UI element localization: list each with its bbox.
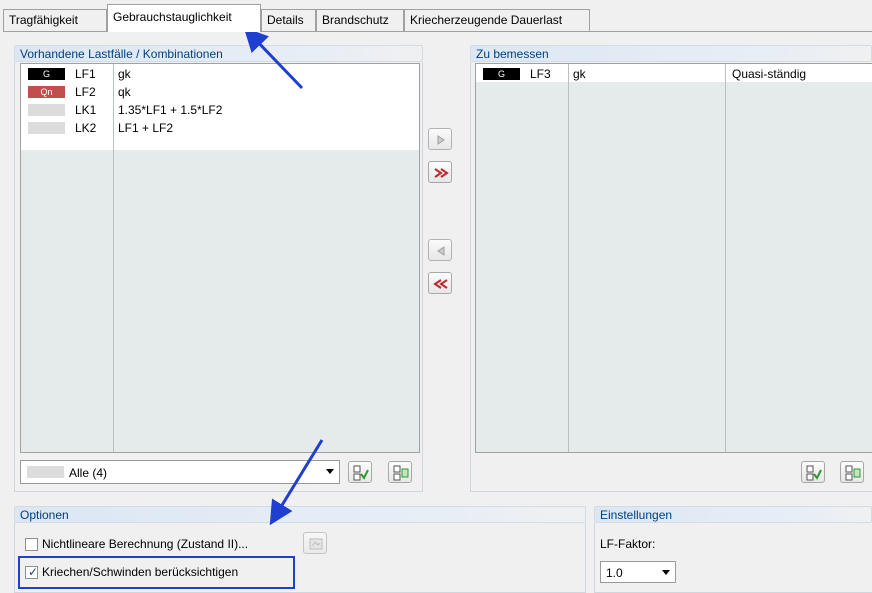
list-item[interactable]: Qn LF2 qk: [21, 84, 419, 100]
filter-badge: [27, 466, 64, 478]
checkmark-icon: ✓: [28, 565, 39, 579]
invert-selection-button[interactable]: [388, 461, 412, 483]
lf-factor-dropdown[interactable]: 1.0: [600, 561, 676, 583]
lf-factor-label: LF-Faktor:: [600, 537, 656, 551]
load-case-id: LK2: [75, 121, 97, 135]
nonlinear-label: Nichtlineare Berechnung (Zustand II)...: [42, 537, 249, 551]
settings-icon: [309, 538, 323, 550]
move-all-right-button[interactable]: [428, 161, 452, 183]
tab-gebrauchstauglichkeit[interactable]: Gebrauchstauglichkeit: [107, 4, 261, 32]
arrow-right-icon: [437, 135, 445, 145]
select-all-button[interactable]: [348, 461, 372, 483]
tab-details[interactable]: Details: [261, 9, 316, 31]
filter-dropdown[interactable]: Alle (4): [20, 460, 340, 484]
list-item[interactable]: LK1 1.35*LF1 + 1.5*LF2: [21, 102, 419, 118]
invert-selection-icon: [393, 465, 409, 481]
list-item[interactable]: LK2 LF1 + LF2: [21, 120, 419, 136]
double-arrow-left-icon: [433, 279, 448, 289]
column-divider: [568, 64, 569, 452]
move-right-button[interactable]: [428, 128, 452, 150]
nonlinear-settings-button[interactable]: [303, 532, 327, 554]
tab-tragfaehigkeit[interactable]: Tragfähigkeit: [3, 9, 107, 31]
load-case-id: LK1: [75, 103, 97, 117]
creep-label: Kriechen/Schwinden berücksichtigen: [42, 565, 239, 579]
available-header: Vorhandene Lastfälle / Kombinationen: [14, 45, 423, 62]
design-list[interactable]: G LF3 gk Quasi-ständig: [475, 63, 872, 453]
load-type-badge: [28, 122, 65, 134]
load-type-badge: G: [28, 68, 65, 80]
load-type-badge: Qn: [28, 86, 65, 98]
select-all-icon: [353, 465, 369, 481]
column-divider: [725, 64, 726, 452]
arrow-left-icon: [437, 246, 445, 256]
list-item[interactable]: G LF3 gk Quasi-ständig: [476, 66, 872, 82]
load-case-type: Quasi-ständig: [732, 67, 807, 81]
load-case-desc: gk: [118, 67, 131, 81]
load-case-desc: LF1 + LF2: [118, 121, 174, 135]
creep-checkbox[interactable]: ✓: [25, 566, 38, 579]
settings-header: Einstellungen: [594, 506, 872, 523]
invert-selection-icon: [845, 465, 861, 481]
move-left-button[interactable]: [428, 239, 452, 261]
nonlinear-checkbox[interactable]: [25, 538, 38, 551]
load-case-id: LF3: [530, 67, 551, 81]
chevron-down-icon: [662, 570, 670, 575]
load-type-badge: [28, 104, 65, 116]
options-header: Optionen: [14, 506, 586, 523]
lf-factor-value: 1.0: [606, 566, 623, 580]
load-case-desc: qk: [118, 85, 131, 99]
load-type-badge: G: [483, 68, 520, 80]
select-all-button-right[interactable]: [801, 461, 825, 483]
list-item[interactable]: G LF1 gk: [21, 66, 419, 82]
filter-value: Alle (4): [69, 466, 108, 480]
load-case-desc: gk: [573, 67, 586, 81]
tab-brandschutz[interactable]: Brandschutz: [316, 9, 404, 31]
double-arrow-right-icon: [434, 168, 449, 178]
load-case-id: LF2: [75, 85, 96, 99]
load-case-desc: 1.35*LF1 + 1.5*LF2: [118, 103, 223, 117]
invert-selection-button-right[interactable]: [840, 461, 864, 483]
design-header: Zu bemessen: [470, 45, 872, 62]
tab-kriecherzeugende-dauerlast[interactable]: Kriecherzeugende Dauerlast: [404, 9, 590, 31]
select-all-icon: [806, 465, 822, 481]
load-case-id: LF1: [75, 67, 96, 81]
move-all-left-button[interactable]: [428, 272, 452, 294]
available-list[interactable]: G LF1 gk Qn LF2 qk LK1 1.35*LF1 + 1.5*LF…: [20, 63, 420, 453]
chevron-down-icon: [326, 469, 334, 474]
